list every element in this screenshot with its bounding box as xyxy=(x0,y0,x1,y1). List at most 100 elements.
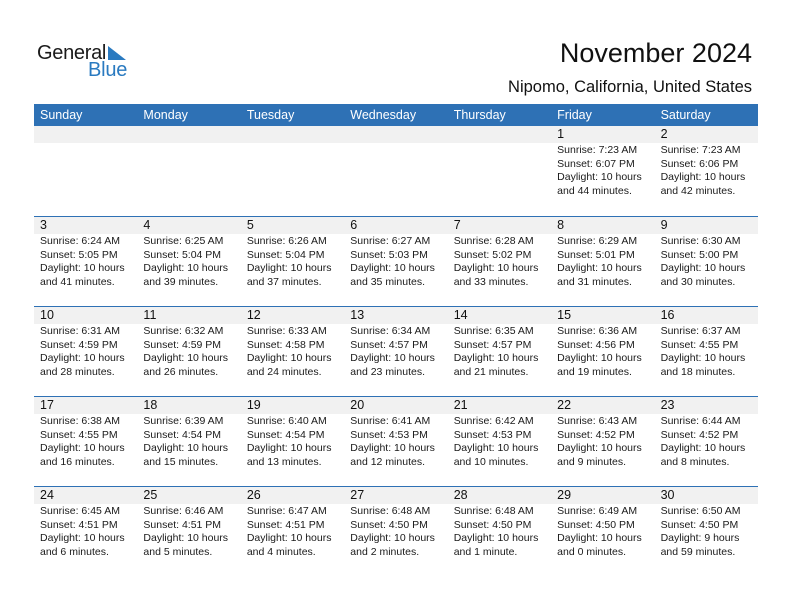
sunset-text: Sunset: 4:53 PM xyxy=(453,428,532,441)
sunset-text: Sunset: 5:05 PM xyxy=(40,248,118,261)
sun-info: Sunrise: 6:30 AM Sunset: 5:00 PM Daylight:… xyxy=(655,234,758,289)
daylight-text: and 26 minutes. xyxy=(143,365,219,378)
sun-info: Sunrise: 6:46 AM Sunset: 4:51 PM Daylight:… xyxy=(137,504,240,559)
day-number: 10 xyxy=(34,307,138,324)
day-cell: 5 Sunrise: 6:26 AM Sunset: 5:04 PM Daylight… xyxy=(240,217,345,306)
day-cell: 13 Sunrise: 6:34 AM Sunset: 4:57 PM Dayligh… xyxy=(344,307,448,396)
daylight-text: and 4 minutes. xyxy=(246,545,316,558)
weekday-header-row: Sunday Monday Tuesday Wednesday Thursday Frid… xyxy=(34,104,758,126)
sunrise-text: Sunrise: 6:30 AM xyxy=(660,235,741,247)
sun-info: Sunrise: 6:48 AM Sunset: 4:50 PM Daylight:… xyxy=(344,504,447,559)
day-number: 1 xyxy=(551,126,655,143)
day-number xyxy=(240,126,345,143)
day-number: 4 xyxy=(137,217,241,234)
daylight-text: and 31 minutes. xyxy=(557,275,632,288)
sunset-text: Sunset: 4:57 PM xyxy=(350,338,428,351)
sunset-text: Sunset: 4:59 PM xyxy=(143,338,222,351)
daylight-text: Daylight: 10 hours xyxy=(246,532,332,545)
sun-info: Sunrise: 6:24 AM Sunset: 5:05 PM Daylight:… xyxy=(34,234,137,289)
daylight-text: Daylight: 10 hours xyxy=(246,262,332,275)
day-cell: 3 Sunrise: 6:24 AM Sunset: 5:05 PM Daylight… xyxy=(34,217,138,306)
sunset-text: Sunset: 5:00 PM xyxy=(660,248,739,261)
sunrise-text: Sunrise: 6:42 AM xyxy=(453,415,534,427)
calendar-grid: Sunday Monday Tuesday Wednesday Thursday Frid… xyxy=(34,104,758,576)
sunrise-text: Sunrise: 6:29 AM xyxy=(557,235,638,247)
sunrise-text: Sunrise: 6:47 AM xyxy=(246,505,327,517)
day-cell: 8 Sunrise: 6:29 AM Sunset: 5:01 PM Daylight… xyxy=(551,217,655,306)
day-cell: 20 Sunrise: 6:41 AM Sunset: 4:53 PM Dayligh… xyxy=(344,397,448,486)
sunrise-text: Sunrise: 6:41 AM xyxy=(350,415,431,427)
sun-info: Sunrise: 7:23 AM Sunset: 6:07 PM Daylight:… xyxy=(551,143,654,198)
sunset-text: Sunset: 4:56 PM xyxy=(557,338,635,351)
logo-text-blue: Blue xyxy=(88,59,128,81)
sun-info: Sunrise: 6:28 AM Sunset: 5:02 PM Daylight:… xyxy=(448,234,551,289)
day-number: 6 xyxy=(344,217,448,234)
day-number: 7 xyxy=(447,217,552,234)
day-number: 28 xyxy=(447,487,552,504)
day-cell: 26 Sunrise: 6:47 AM Sunset: 4:51 PM Dayligh… xyxy=(240,487,345,576)
sunrise-text: Sunrise: 6:27 AM xyxy=(350,235,431,247)
sunrise-text: Sunrise: 6:39 AM xyxy=(143,415,224,427)
sunrise-text: Sunrise: 6:25 AM xyxy=(143,235,224,247)
week-row: 24 Sunrise: 6:45 AM Sunset: 4:51 PM Dayligh… xyxy=(34,486,758,576)
weekday-header-thursday: Thursday xyxy=(453,108,506,122)
daylight-text: Daylight: 10 hours xyxy=(557,352,642,365)
day-cell: 1 Sunrise: 7:23 AM Sunset: 6:07 PM Daylight… xyxy=(551,126,655,216)
daylight-text: and 0 minutes. xyxy=(557,545,627,558)
sunset-text: Sunset: 5:04 PM xyxy=(246,248,325,261)
day-number: 21 xyxy=(447,397,552,414)
daylight-text: and 6 minutes. xyxy=(40,545,109,558)
daylight-text: Daylight: 10 hours xyxy=(453,262,539,275)
daylight-text: and 18 minutes. xyxy=(660,365,736,378)
day-number: 23 xyxy=(654,397,758,414)
day-number xyxy=(344,126,448,143)
sun-info: Sunrise: 6:25 AM Sunset: 5:04 PM Daylight:… xyxy=(137,234,240,289)
daylight-text: and 39 minutes. xyxy=(143,275,219,288)
sunrise-text: Sunrise: 6:37 AM xyxy=(660,325,741,337)
day-number: 18 xyxy=(137,397,241,414)
day-number: 27 xyxy=(344,487,448,504)
sunset-text: Sunset: 4:50 PM xyxy=(660,518,739,531)
sunrise-text: Sunrise: 6:26 AM xyxy=(246,235,327,247)
day-number: 11 xyxy=(137,307,241,324)
daylight-text: and 21 minutes. xyxy=(453,365,529,378)
sun-info: Sunrise: 6:32 AM Sunset: 4:59 PM Daylight:… xyxy=(137,324,240,379)
daylight-text: Daylight: 10 hours xyxy=(350,442,435,455)
sunrise-text: Sunrise: 6:48 AM xyxy=(350,505,431,517)
day-cell: 15 Sunrise: 6:36 AM Sunset: 4:56 PM Dayligh… xyxy=(551,307,655,396)
week-row: 3 Sunrise: 6:24 AM Sunset: 5:05 PM Daylight… xyxy=(34,216,758,306)
sunset-text: Sunset: 4:51 PM xyxy=(246,518,325,531)
daylight-text: and 28 minutes. xyxy=(40,365,115,378)
day-number: 20 xyxy=(344,397,448,414)
sunrise-text: Sunrise: 6:49 AM xyxy=(557,505,638,517)
daylight-text: and 9 minutes. xyxy=(557,455,627,468)
sun-info: Sunrise: 6:48 AM Sunset: 4:50 PM Daylight:… xyxy=(448,504,551,559)
day-number: 9 xyxy=(654,217,758,234)
sun-info: Sunrise: 6:39 AM Sunset: 4:54 PM Daylight:… xyxy=(137,414,240,469)
day-cell: 28 Sunrise: 6:48 AM Sunset: 4:50 PM Dayligh… xyxy=(447,487,552,576)
empty-day-cell xyxy=(137,126,241,216)
sunrise-text: Sunrise: 6:24 AM xyxy=(40,235,120,247)
sunrise-text: Sunrise: 6:36 AM xyxy=(557,325,638,337)
daylight-text: Daylight: 10 hours xyxy=(557,532,642,545)
daylight-text: Daylight: 10 hours xyxy=(660,262,746,275)
daylight-text: Daylight: 10 hours xyxy=(350,352,435,365)
sunset-text: Sunset: 5:01 PM xyxy=(557,248,635,261)
sun-info: Sunrise: 6:31 AM Sunset: 4:59 PM Daylight:… xyxy=(34,324,137,379)
day-number: 3 xyxy=(34,217,138,234)
day-cell: 21 Sunrise: 6:42 AM Sunset: 4:53 PM Dayligh… xyxy=(447,397,552,486)
sunset-text: Sunset: 4:57 PM xyxy=(453,338,532,351)
day-cell: 6 Sunrise: 6:27 AM Sunset: 5:03 PM Daylight… xyxy=(344,217,448,306)
daylight-text: and 24 minutes. xyxy=(246,365,322,378)
page-title: November 2024 xyxy=(559,38,752,68)
daylight-text: Daylight: 10 hours xyxy=(40,442,125,455)
sunrise-text: Sunrise: 6:32 AM xyxy=(143,325,224,337)
day-cell: 29 Sunrise: 6:49 AM Sunset: 4:50 PM Dayligh… xyxy=(551,487,655,576)
day-cell: 2 Sunrise: 7:23 AM Sunset: 6:06 PM Daylight… xyxy=(654,126,758,216)
sun-info: Sunrise: 6:29 AM Sunset: 5:01 PM Daylight:… xyxy=(551,234,654,289)
sunrise-text: Sunrise: 6:28 AM xyxy=(453,235,534,247)
sun-info: Sunrise: 6:41 AM Sunset: 4:53 PM Daylight:… xyxy=(344,414,447,469)
day-cell: 12 Sunrise: 6:33 AM Sunset: 4:58 PM Dayligh… xyxy=(240,307,345,396)
day-number: 29 xyxy=(551,487,655,504)
sun-info: Sunrise: 6:38 AM Sunset: 4:55 PM Daylight:… xyxy=(34,414,137,469)
